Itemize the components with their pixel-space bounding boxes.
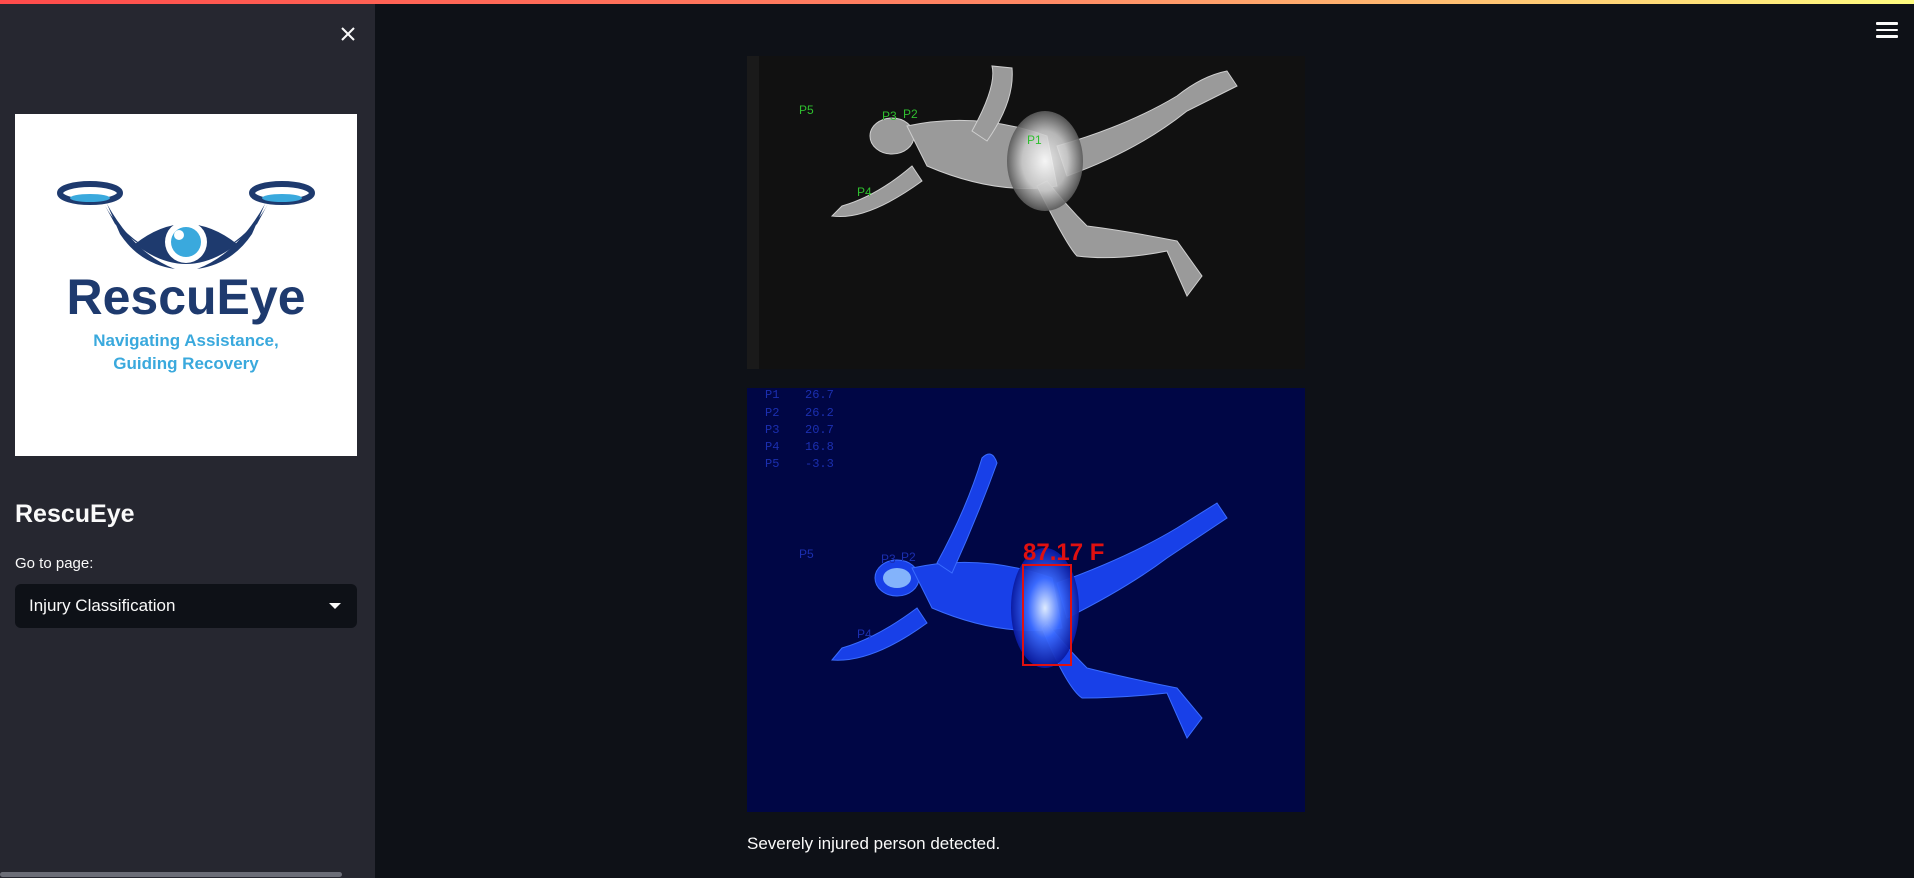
sidebar-scrollbar[interactable] <box>0 872 342 877</box>
logo-tagline-line1: Navigating Assistance, <box>93 331 279 350</box>
hamburger-menu-icon[interactable] <box>1876 22 1898 40</box>
temperature-label: 87.17 F <box>1023 539 1104 566</box>
close-icon[interactable] <box>336 22 360 46</box>
logo-tagline-line2: Guiding Recovery <box>113 354 259 373</box>
logo-image: RescuEye Navigating Assistance, Guiding … <box>15 114 357 456</box>
goto-page-label: Go to page: <box>15 555 94 572</box>
rescueye-logo: RescuEye Navigating Assistance, Guiding … <box>57 181 315 373</box>
blue-point-label-p3: P3 <box>881 552 896 566</box>
blue-point-label-p4: P4 <box>857 627 872 641</box>
reading-label-p4: P4 <box>765 440 779 454</box>
page-select[interactable]: Injury Classification <box>15 584 357 628</box>
blue-point-label-p5: P5 <box>799 547 814 561</box>
reading-label-p1: P1 <box>765 388 779 402</box>
chevron-down-icon <box>329 603 341 609</box>
gray-point-label-p1: P1 <box>1027 133 1042 147</box>
reading-value-p2: 26.2 <box>805 406 834 420</box>
gray-point-label-p3: P3 <box>882 109 897 123</box>
thermal-grayscale-image: P5 P3 P2 P1 P4 <box>747 56 1305 369</box>
reading-label-p5: P5 <box>765 457 779 471</box>
gray-point-label-p4: P4 <box>857 185 872 199</box>
reading-value-p1: 26.7 <box>805 388 834 402</box>
reading-value-p4: 16.8 <box>805 440 834 454</box>
reading-value-p3: 20.7 <box>805 423 834 437</box>
reading-label-p3: P3 <box>765 423 779 437</box>
reading-label-p2: P2 <box>765 406 779 420</box>
gray-point-label-p2: P2 <box>903 107 918 121</box>
sidebar: RescuEye Navigating Assistance, Guiding … <box>0 4 375 878</box>
thermal-blue-image: P1 26.7 P2 26.2 P3 20.7 P4 16.8 P5 -3.3 … <box>747 388 1305 812</box>
sidebar-title: RescuEye <box>15 500 135 528</box>
status-message: Severely injured person detected. <box>747 834 1001 853</box>
gray-point-label-p5: P5 <box>799 103 814 117</box>
logo-wordmark: RescuEye <box>66 269 305 325</box>
blue-point-label-p2: P2 <box>901 550 916 564</box>
reading-value-p5: -3.3 <box>805 457 834 471</box>
page-select-value: Injury Classification <box>29 596 176 615</box>
